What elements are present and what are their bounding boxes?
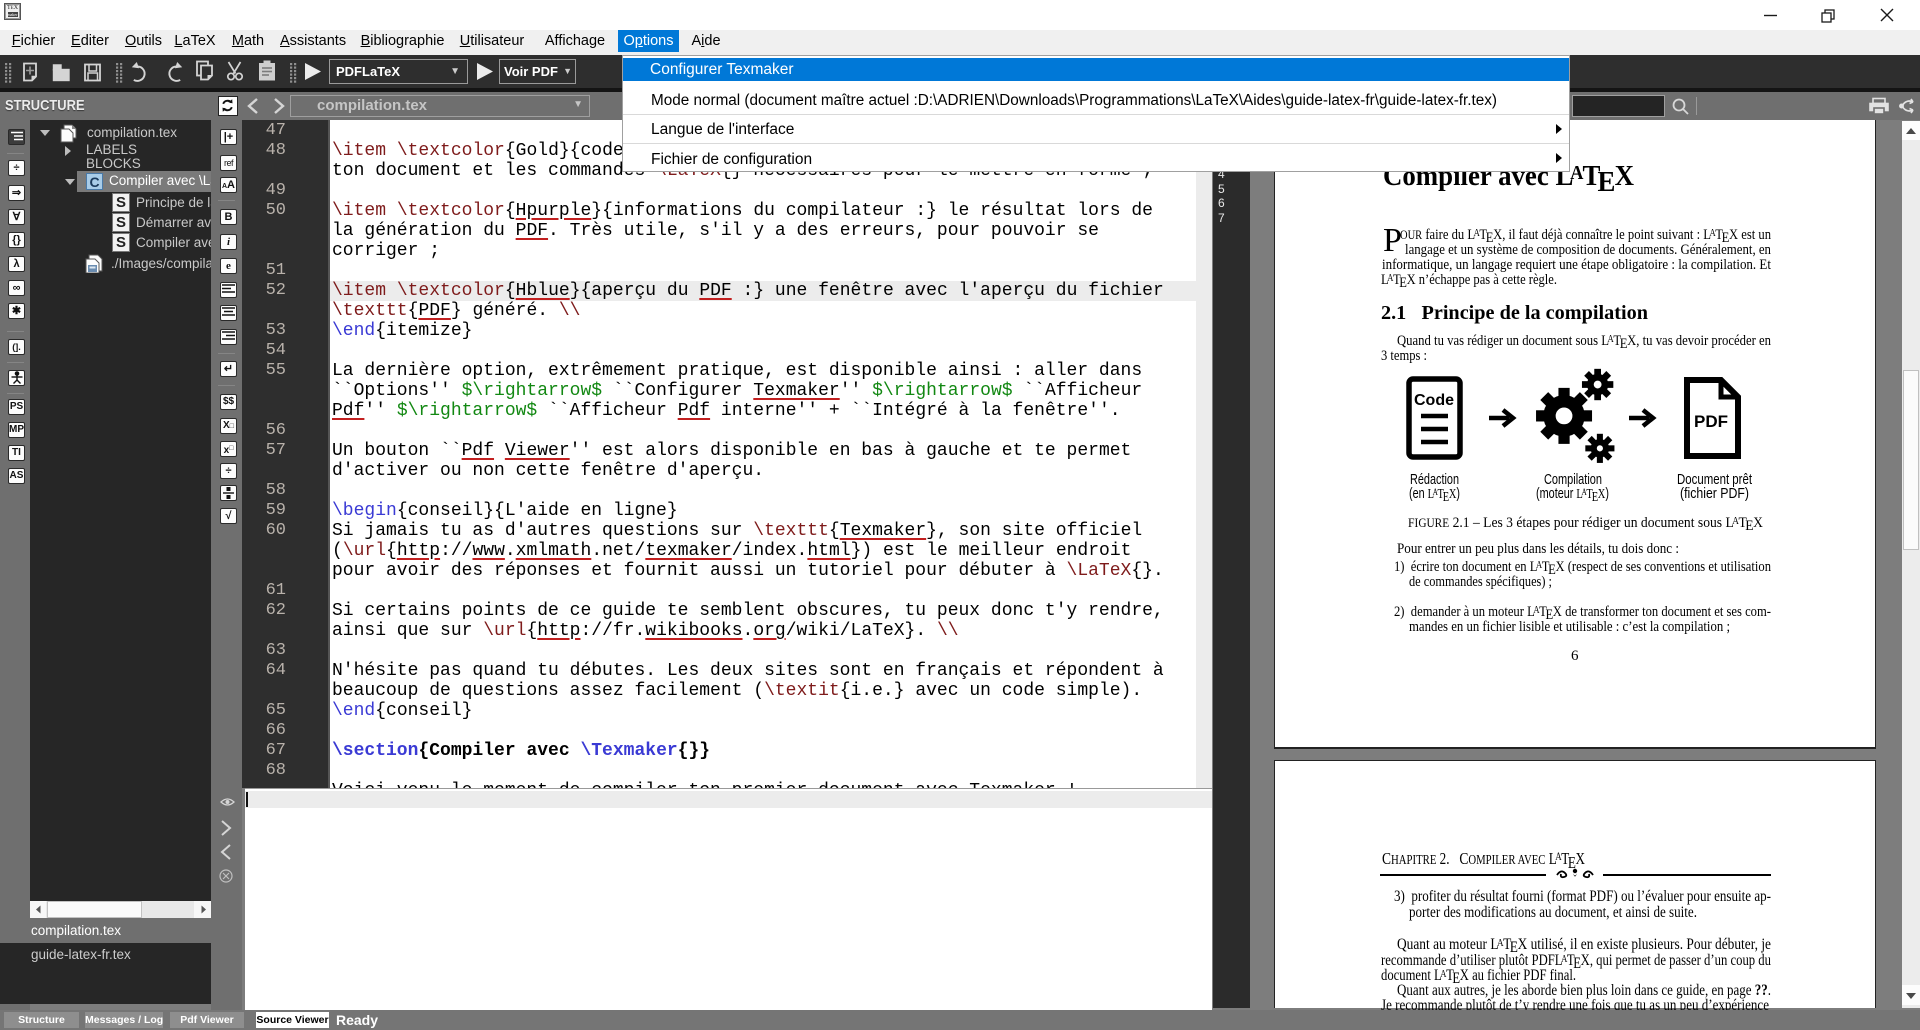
svg-text:PDF: PDF <box>1694 412 1728 431</box>
svg-text:Code: Code <box>1414 392 1454 409</box>
